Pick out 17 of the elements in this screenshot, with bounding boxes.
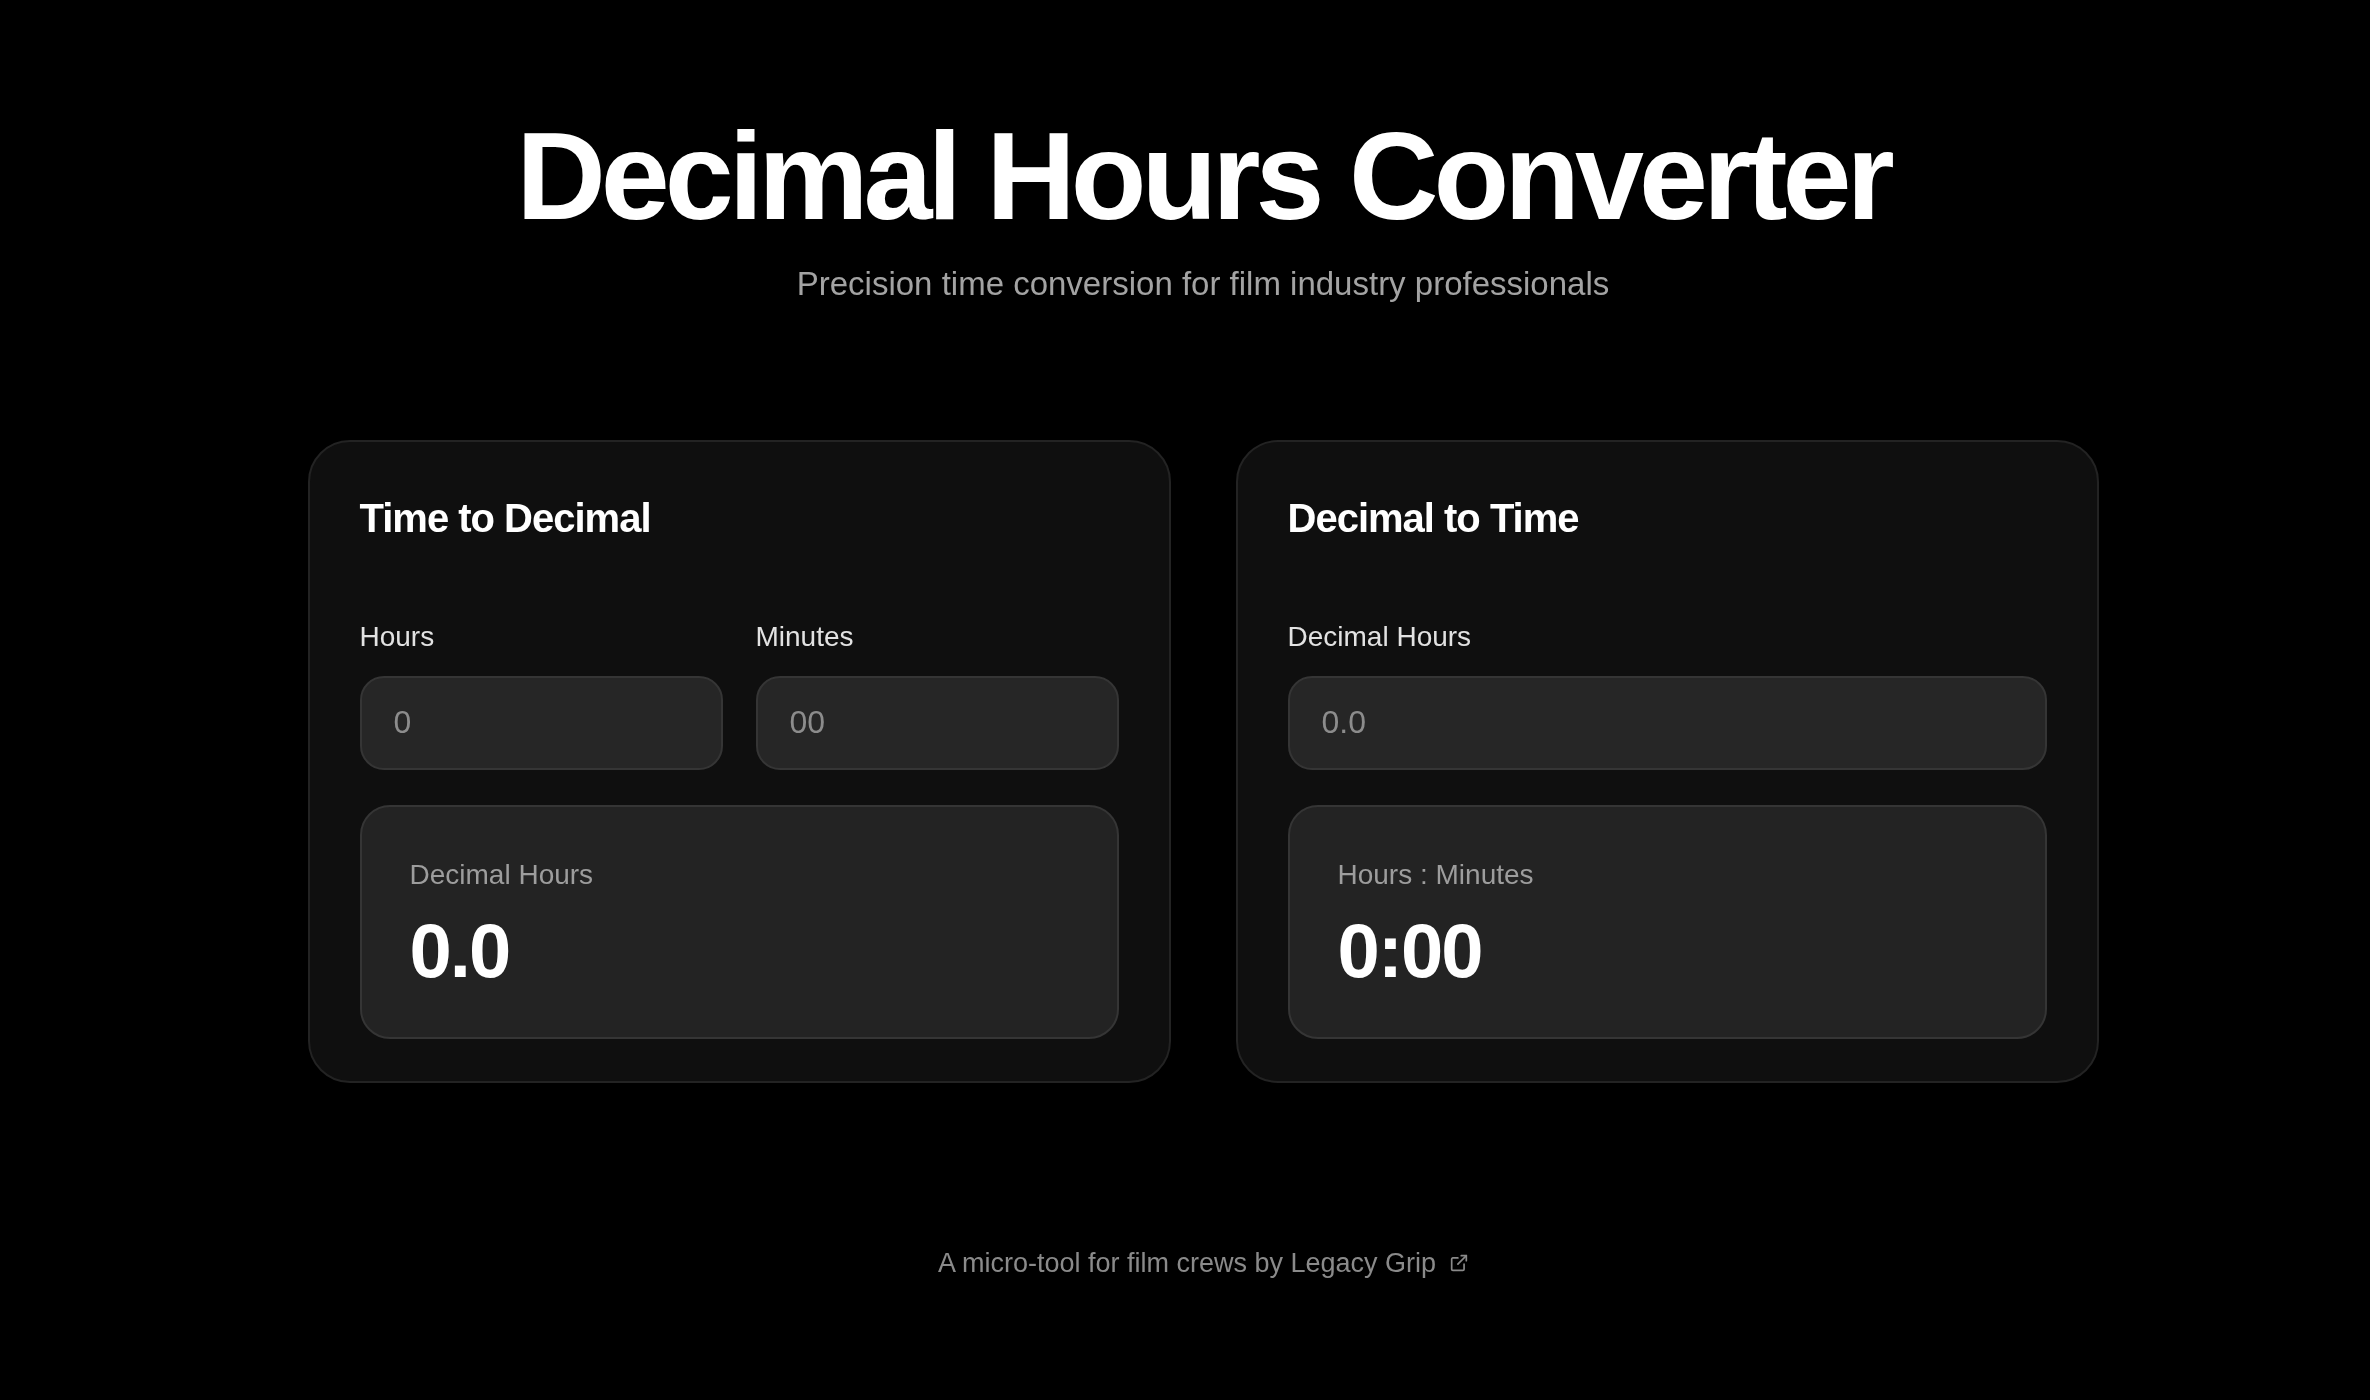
result-value: 0.0 xyxy=(409,906,510,994)
field-label: Decimal Hours xyxy=(1287,619,1473,654)
result-label: Hours : Minutes xyxy=(1337,857,1534,892)
result-label: Decimal Hours xyxy=(409,857,594,892)
field-label: Hours xyxy=(359,619,436,654)
input-field[interactable]: 00 xyxy=(755,675,1119,770)
external-link-icon xyxy=(1450,1253,1469,1272)
input-field[interactable]: 0.0 xyxy=(1287,675,2047,770)
card-title: Decimal to Time xyxy=(1287,494,1580,542)
card-title: Time to Decimal xyxy=(359,494,652,542)
result-value: 0:00 xyxy=(1337,906,1482,994)
footer-note: A micro-tool for film crews by Legacy Grip xyxy=(937,1244,1469,1281)
footer-link[interactable]: Legacy Grip xyxy=(1290,1244,1469,1281)
page-title: Decimal Hours Converter xyxy=(516,106,1890,247)
field-label: Minutes xyxy=(755,619,855,654)
input-field[interactable]: 0 xyxy=(359,675,723,770)
page-subtitle: Precision time conversion for film industry professionals xyxy=(796,263,1610,304)
